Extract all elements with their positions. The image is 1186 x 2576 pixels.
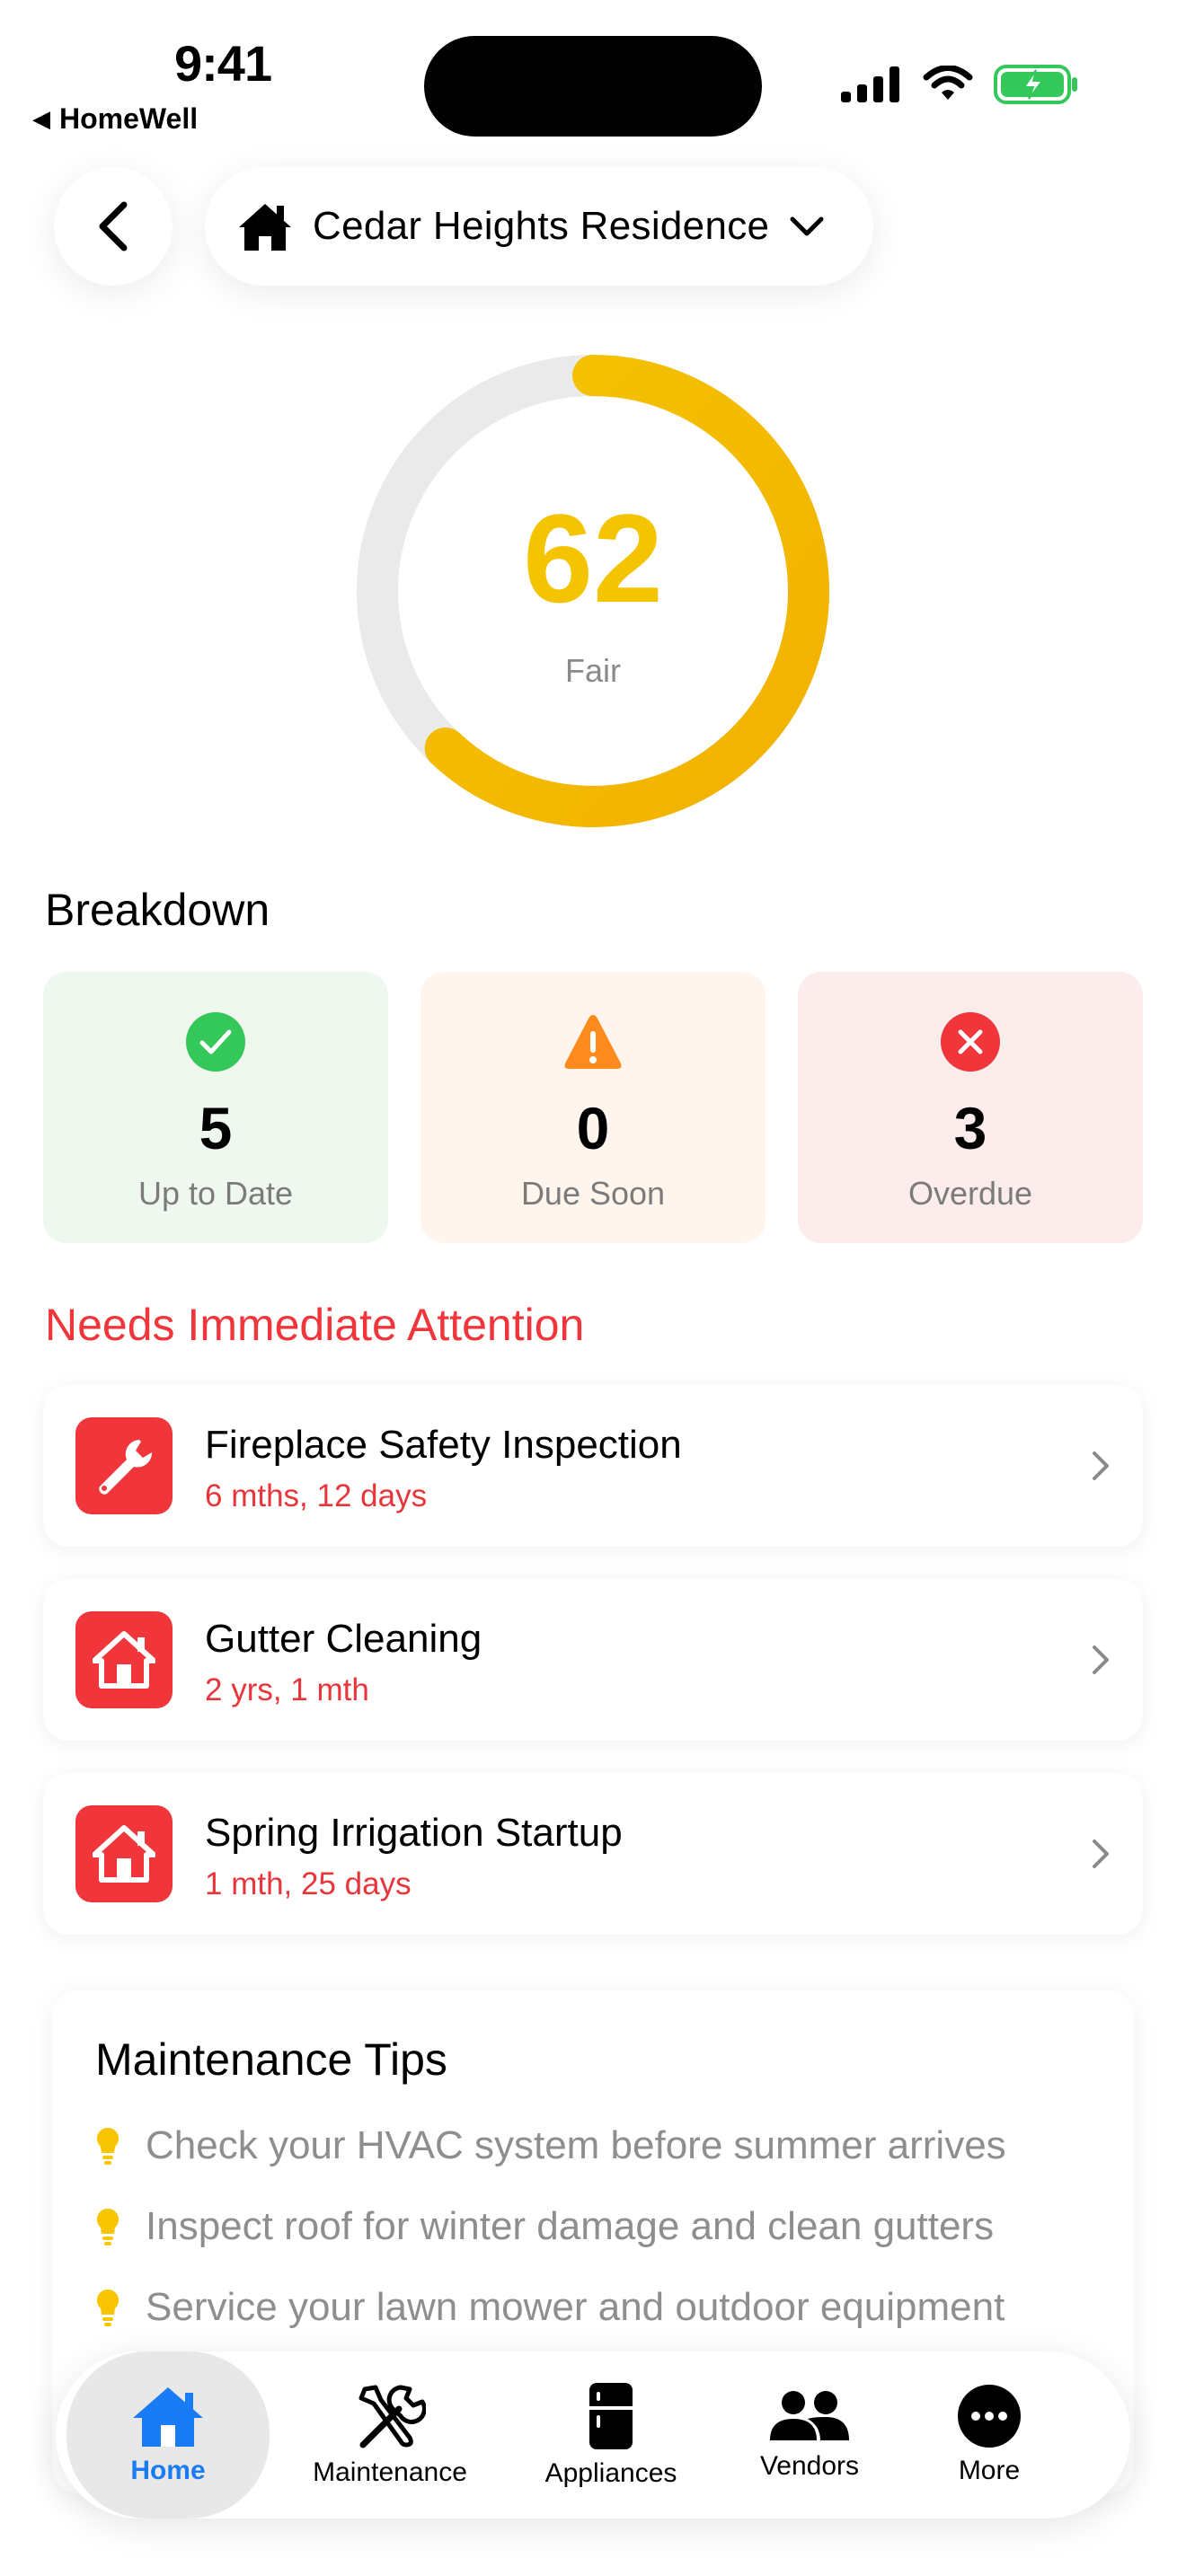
breakdown-title: Breakdown (45, 885, 270, 935)
tab-label: Vendors (759, 2451, 860, 2481)
up-to-date-label: Up to Date (137, 1175, 294, 1212)
overdue-card[interactable]: 3 Overdue (798, 972, 1143, 1243)
dynamic-island (424, 36, 762, 137)
maintenance-tips-title: Maintenance Tips (95, 2034, 447, 2085)
tip-item: Check your HVAC system before summer arr… (95, 2123, 1006, 2168)
status-time: 9:41 (174, 35, 272, 92)
battery-charging-icon (994, 65, 1077, 104)
tab-maintenance[interactable]: Maintenance (284, 2351, 496, 2519)
tip-text: Service your lawn mower and outdoor equi… (146, 2285, 1005, 2329)
back-to-app-link[interactable]: ◀ HomeWell (32, 102, 198, 136)
status-icons (841, 65, 1078, 104)
attention-item-due: 2 yrs, 1 mth (205, 1672, 369, 1707)
x-circle-icon (941, 1012, 1000, 1072)
back-app-label: HomeWell (59, 102, 199, 135)
tab-appliances[interactable]: Appliances (505, 2351, 717, 2519)
attention-title: Needs Immediate Attention (45, 1300, 585, 1350)
house-icon (239, 204, 291, 251)
tip-item: Inspect roof for winter damage and clean… (95, 2204, 994, 2249)
due-soon-card[interactable]: 0 Due Soon (420, 972, 766, 1243)
wrench-icon (75, 1417, 173, 1514)
house-icon (75, 1611, 173, 1708)
attention-item-name: Spring Irrigation Startup (205, 1811, 623, 1855)
fridge-icon (589, 2383, 633, 2449)
cellular-signal-icon (841, 66, 899, 102)
lightbulb-icon (96, 2289, 119, 2326)
back-triangle-icon: ◀ (32, 105, 50, 132)
tip-text: Inspect roof for winter damage and clean… (146, 2204, 995, 2248)
tab-more[interactable]: More (913, 2351, 1066, 2519)
tab-vendors[interactable]: Vendors (726, 2351, 893, 2519)
house-icon (133, 2387, 203, 2447)
tools-icon (358, 2385, 426, 2448)
tab-bar: Home Maintenance Appliances Vendors More (56, 2351, 1130, 2519)
check-circle-icon (186, 1012, 245, 1072)
tab-home[interactable]: Home (66, 2351, 270, 2519)
overdue-count: 3 (953, 1095, 987, 1161)
chevron-right-icon (1093, 1645, 1109, 1674)
due-soon-count: 0 (576, 1095, 610, 1161)
health-score-value: 62 (523, 488, 663, 629)
attention-item[interactable]: Spring Irrigation Startup 1 mth, 25 days (43, 1773, 1143, 1935)
tab-label: Appliances (544, 2458, 677, 2488)
chevron-right-icon (1093, 1839, 1109, 1868)
attention-item-name: Gutter Cleaning (205, 1617, 482, 1661)
lightbulb-icon (96, 2127, 119, 2165)
house-icon (75, 1805, 173, 1902)
overdue-label: Overdue (907, 1175, 1033, 1212)
attention-item[interactable]: Gutter Cleaning 2 yrs, 1 mth (43, 1579, 1143, 1741)
chevron-right-icon (1093, 1451, 1109, 1480)
property-name: Cedar Heights Residence (313, 204, 770, 248)
due-soon-label: Due Soon (520, 1175, 666, 1212)
up-to-date-card[interactable]: 5 Up to Date (43, 972, 388, 1243)
health-score-label: Fair (565, 652, 621, 689)
attention-item-due: 1 mth, 25 days (205, 1866, 412, 1901)
up-to-date-count: 5 (199, 1095, 233, 1161)
attention-item-name: Fireplace Safety Inspection (205, 1423, 682, 1467)
chevron-left-icon (99, 201, 128, 251)
more-icon (958, 2385, 1021, 2448)
tip-item: Service your lawn mower and outdoor equi… (95, 2285, 1005, 2330)
attention-item[interactable]: Fireplace Safety Inspection 6 mths, 12 d… (43, 1385, 1143, 1547)
warning-triangle-icon (564, 1015, 622, 1069)
tab-label: More (958, 2456, 1021, 2485)
tab-label: Home (130, 2456, 206, 2485)
tab-label: Maintenance (313, 2457, 467, 2487)
people-icon (770, 2391, 849, 2440)
chevron-down-icon (790, 216, 824, 236)
wifi-icon (923, 66, 973, 100)
attention-item-due: 6 mths, 12 days (205, 1478, 428, 1513)
tip-text: Check your HVAC system before summer arr… (146, 2123, 1006, 2167)
lightbulb-icon (96, 2208, 119, 2245)
property-selector[interactable]: Cedar Heights Residence (205, 167, 873, 286)
back-button[interactable] (54, 167, 173, 286)
